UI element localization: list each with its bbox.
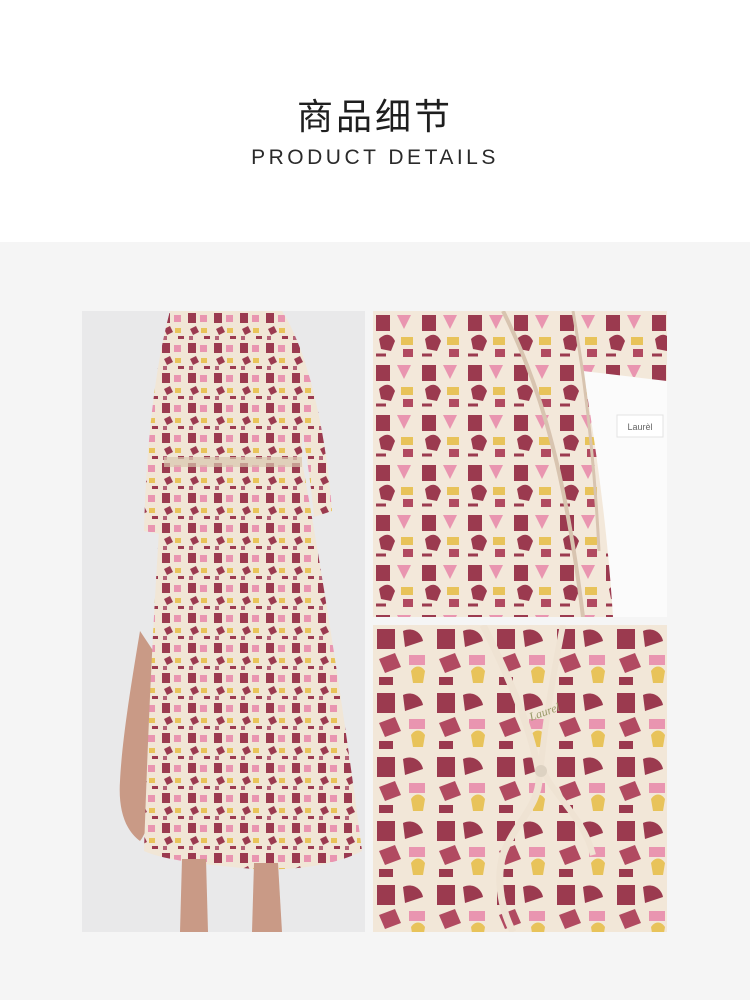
collar-detail-image: Laurèl (373, 311, 667, 617)
product-photo-tie: Laurel (373, 625, 667, 932)
section-title-en: PRODUCT DETAILS (251, 146, 499, 169)
garment-label-text: Laurèl (627, 422, 652, 432)
tie-detail-image: Laurel (373, 625, 667, 932)
product-photo-collar: Laurèl (373, 311, 667, 617)
dress-full-image (119, 311, 362, 932)
product-photo-main (82, 311, 365, 932)
section-header: 商品细节 PRODUCT DETAILS (0, 0, 750, 242)
section-title-cn: 商品细节 (296, 97, 453, 138)
